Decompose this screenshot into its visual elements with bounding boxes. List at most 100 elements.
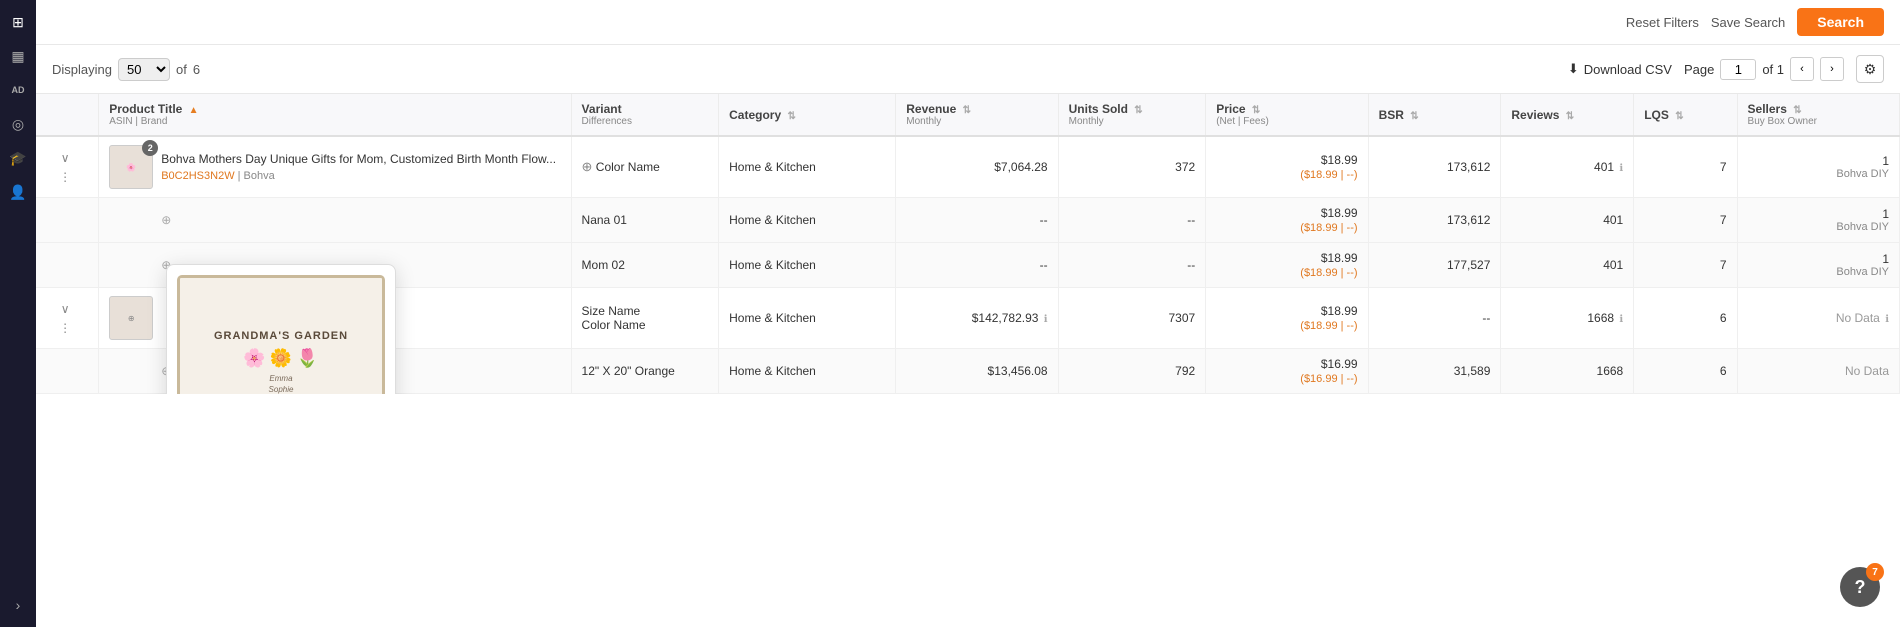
th-category[interactable]: Category ⇅ — [719, 94, 896, 136]
row-expand-button[interactable]: ∨ — [46, 150, 84, 166]
no-data-label: No Data — [1748, 364, 1889, 378]
variant-line2: Color Name — [582, 318, 709, 332]
th-variant: Variant Differences — [571, 94, 719, 136]
sidebar-icon-grid[interactable]: ⊞ — [4, 8, 32, 36]
top-bar: Reset Filters Save Search Search — [36, 0, 1900, 45]
th-bsr[interactable]: BSR ⇅ — [1368, 94, 1501, 136]
sort-icon-revenue: ⇅ — [963, 105, 971, 116]
sellers-cell: 1 Bohva DIY — [1737, 136, 1899, 198]
sort-icon-bsr: ⇅ — [1410, 111, 1418, 122]
th-sellers[interactable]: Sellers ⇅ Buy Box Owner — [1737, 94, 1899, 136]
price-cell: $18.99 ($18.99 | --) — [1206, 288, 1368, 349]
price-net: ($18.99 | --) — [1216, 169, 1357, 181]
lqs-cell: 7 — [1634, 198, 1737, 243]
th-reviews[interactable]: Reviews ⇅ — [1501, 94, 1634, 136]
th-lqs[interactable]: LQS ⇅ — [1634, 94, 1737, 136]
units-cell: 7307 — [1058, 288, 1206, 349]
price-main: $18.99 — [1216, 206, 1357, 220]
reviews-info-icon: ℹ — [1619, 314, 1623, 325]
thumb-count-badge: 2 — [142, 140, 158, 156]
popup-flowers: 🌸 🌼 🌷 — [243, 348, 318, 369]
seller-name: Bohva DIY — [1748, 266, 1889, 278]
revenue-cell: $7,064.28 — [896, 136, 1058, 198]
lqs-cell: 6 — [1634, 349, 1737, 394]
price-cell: $18.99 ($18.99 | --) — [1206, 136, 1368, 198]
seller-count: 1 — [1748, 154, 1889, 168]
bsr-cell: 173,612 — [1368, 136, 1501, 198]
sidebar-icon-target[interactable]: ◎ — [4, 110, 32, 138]
bsr-cell: 177,527 — [1368, 243, 1501, 288]
popup-image-inner: GRANDMA'S GARDEN 🌸 🌼 🌷 EmmaSophieOliver … — [177, 275, 385, 394]
variant-cell: Size Name Color Name — [571, 288, 719, 349]
revenue-cell: $142,782.93 ℹ — [896, 288, 1058, 349]
reviews-info-icon: ℹ — [1619, 163, 1623, 174]
th-price[interactable]: Price ⇅ (Net | Fees) — [1206, 94, 1368, 136]
lqs-cell: 6 — [1634, 288, 1737, 349]
price-net: ($18.99 | --) — [1216, 222, 1357, 234]
of-label: of — [176, 62, 187, 77]
product-meta: B0C2HS3N2W | Bohva — [161, 170, 556, 182]
help-button[interactable]: 7 ? — [1840, 567, 1880, 607]
search-button[interactable]: Search — [1797, 8, 1884, 36]
flower-1: 🌸 — [243, 348, 265, 369]
popup-title: GRANDMA'S GARDEN — [214, 330, 348, 342]
download-icon: ⬇ — [1568, 61, 1579, 77]
table-row: ∨ ⋮ 🌸 2 — [36, 136, 1900, 198]
sidebar: ⊞ ▦ AD ◎ 🎓 👤 › — [0, 0, 36, 627]
sort-icon-sellers: ⇅ — [1793, 105, 1801, 116]
sort-icon-price: ⇅ — [1252, 105, 1260, 116]
help-badge: 7 — [1866, 563, 1884, 581]
expand-cell — [36, 243, 99, 288]
download-csv-button[interactable]: ⬇ Download CSV — [1568, 61, 1672, 77]
no-data-label: No Data ℹ — [1748, 311, 1889, 325]
sidebar-icon-collapse[interactable]: › — [4, 591, 32, 619]
expand-cell: ∨ ⋮ — [36, 288, 99, 349]
reviews-cell: 1668 ℹ — [1501, 288, 1634, 349]
seller-name: Bohva DIY — [1748, 168, 1889, 180]
revenue-cell: $13,456.08 — [896, 349, 1058, 394]
sidebar-icon-chart[interactable]: ▦ — [4, 42, 32, 70]
sidebar-icon-ad[interactable]: AD — [4, 76, 32, 104]
row-expand-button[interactable]: ∨ — [46, 301, 84, 317]
row-menu-button[interactable]: ⋮ — [46, 169, 84, 185]
total-count: 6 — [193, 62, 200, 77]
th-revenue[interactable]: Revenue ⇅ Monthly — [896, 94, 1058, 136]
th-expand — [36, 94, 99, 136]
seller-count: 1 — [1748, 207, 1889, 221]
variant-cell: Nana 01 — [571, 198, 719, 243]
th-product[interactable]: Product Title ▲ ASIN | Brand — [99, 94, 571, 136]
sub-row-icon: ⊕ — [161, 213, 171, 227]
price-net: ($18.99 | --) — [1216, 320, 1357, 332]
sellers-cell: No Data — [1737, 349, 1899, 394]
expand-cell — [36, 198, 99, 243]
table-header-row: Product Title ▲ ASIN | Brand Variant Dif… — [36, 94, 1900, 136]
per-page-select[interactable]: 50 25 100 — [118, 58, 170, 81]
category-cell: Home & Kitchen — [719, 243, 896, 288]
sidebar-icon-person[interactable]: 👤 — [4, 178, 32, 206]
seller-count: 1 — [1748, 252, 1889, 266]
row-menu-button[interactable]: ⋮ — [46, 320, 84, 336]
price-cell: $16.99 ($16.99 | --) — [1206, 349, 1368, 394]
page-input[interactable] — [1720, 59, 1756, 80]
sellers-cell: 1 Bohva DIY — [1737, 198, 1899, 243]
bsr-cell: -- — [1368, 288, 1501, 349]
flower-2: 🌼 — [270, 348, 292, 369]
price-net: ($18.99 | --) — [1216, 267, 1357, 279]
reviews-cell: 401 — [1501, 198, 1634, 243]
popup-names: EmmaSophieOliver — [269, 373, 294, 394]
reviews-cell: 401 — [1501, 243, 1634, 288]
sidebar-icon-cap[interactable]: 🎓 — [4, 144, 32, 172]
price-main: $18.99 — [1216, 304, 1357, 318]
bsr-cell: 31,589 — [1368, 349, 1501, 394]
page-next-button[interactable]: › — [1820, 57, 1844, 81]
save-search-link[interactable]: Save Search — [1711, 15, 1785, 30]
page-prev-button[interactable]: ‹ — [1790, 57, 1814, 81]
reviews-cell: 401 ℹ — [1501, 136, 1634, 198]
asin-link[interactable]: B0C2HS3N2W — [161, 170, 234, 182]
variant-icon: ⊕ — [582, 159, 593, 174]
product-title-cell: 🌸 2 Bohva Mothers Day Unique Gifts for M… — [99, 136, 571, 198]
expand-cell: ∨ ⋮ — [36, 136, 99, 198]
settings-button[interactable]: ⚙ — [1856, 55, 1884, 83]
reset-filters-link[interactable]: Reset Filters — [1626, 15, 1699, 30]
th-units[interactable]: Units Sold ⇅ Monthly — [1058, 94, 1206, 136]
